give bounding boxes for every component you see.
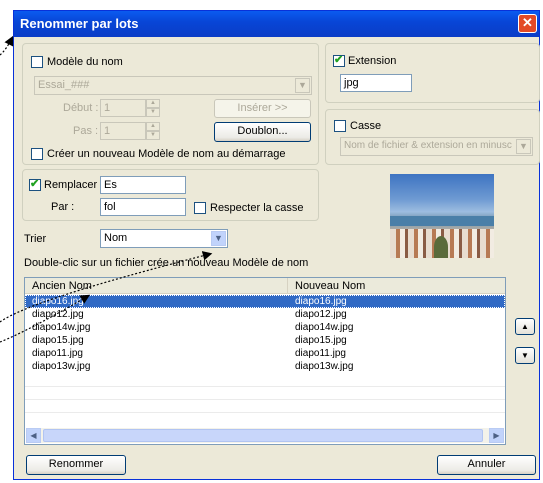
spin-down-icon[interactable]: ▼ bbox=[146, 131, 160, 140]
annotation-arrow bbox=[0, 35, 14, 56]
sort-select[interactable]: Nom bbox=[100, 229, 228, 248]
new-name-cell: diapo11.jpg bbox=[295, 348, 346, 359]
spin-up-icon[interactable]: ▲ bbox=[146, 122, 160, 131]
create-at-startup-label: Créer un nouveau Modèle de nom au démarr… bbox=[47, 148, 286, 160]
sort-label: Trier bbox=[24, 233, 47, 245]
column-header-new-name[interactable]: Nouveau Nom bbox=[288, 278, 505, 294]
spin-down-icon[interactable]: ▼ bbox=[146, 108, 160, 117]
cancel-button[interactable]: Annuler bbox=[437, 455, 536, 475]
start-field[interactable]: 1 bbox=[100, 99, 146, 117]
new-name-cell: diapo13w.jpg bbox=[295, 361, 354, 372]
step-field[interactable]: 1 bbox=[100, 122, 146, 140]
title-bar: Renommer par lots ✕ bbox=[14, 11, 539, 37]
table-row[interactable]: diapo15.jpg diapo15.jpg bbox=[25, 334, 505, 347]
create-at-startup-checkbox[interactable] bbox=[31, 148, 43, 160]
scroll-left-icon[interactable]: ◀ bbox=[26, 428, 41, 443]
old-name-cell: diapo16.jpg bbox=[32, 296, 84, 307]
match-case-label: Respecter la casse bbox=[210, 202, 304, 214]
step-spinner[interactable]: ▲ ▼ bbox=[146, 122, 160, 140]
search-field[interactable]: Es bbox=[100, 176, 186, 194]
replace-label: Remplacer bbox=[44, 179, 98, 191]
check-icon: ✔ bbox=[30, 178, 40, 190]
sort-dropdown-icon[interactable]: ▼ bbox=[211, 231, 226, 246]
move-down-button[interactable]: ▼ bbox=[515, 347, 535, 364]
extension-label: Extension bbox=[348, 55, 397, 67]
replace-checkbox[interactable]: ✔ bbox=[29, 178, 41, 191]
extension-group bbox=[325, 43, 540, 103]
by-label: Par : bbox=[51, 201, 75, 213]
row-divider bbox=[25, 399, 505, 400]
new-name-cell: diapo15.jpg bbox=[295, 335, 347, 346]
move-up-button[interactable]: ▲ bbox=[515, 318, 535, 335]
arrow-down-icon: ▼ bbox=[521, 351, 529, 360]
old-name-cell: diapo12.jpg bbox=[32, 309, 84, 320]
table-row[interactable]: diapo16.jpg diapo16.jpg bbox=[25, 295, 505, 308]
window-title: Renommer par lots bbox=[20, 16, 139, 31]
insert-button[interactable]: Insérer >> bbox=[214, 99, 311, 118]
check-icon: ✔ bbox=[334, 54, 344, 66]
duplicate-button[interactable]: Doublon... bbox=[214, 122, 311, 142]
name-pattern-value: Essai_### bbox=[38, 79, 90, 91]
arrow-up-icon: ▲ bbox=[521, 322, 529, 331]
new-name-cell: diapo14w.jpg bbox=[295, 322, 354, 333]
start-label: Début : bbox=[63, 102, 99, 114]
file-list[interactable]: Ancien Nom Nouveau Nom diapo16.jpg diapo… bbox=[24, 277, 506, 445]
close-button[interactable]: ✕ bbox=[518, 14, 537, 33]
extension-checkbox[interactable]: ✔ bbox=[333, 54, 345, 67]
table-row[interactable]: diapo12.jpg diapo12.jpg bbox=[25, 308, 505, 321]
match-case-checkbox[interactable] bbox=[194, 202, 206, 214]
extension-field[interactable]: jpg bbox=[340, 74, 412, 92]
table-row[interactable]: diapo13w.jpg diapo13w.jpg bbox=[25, 360, 505, 373]
table-row[interactable]: diapo11.jpg diapo11.jpg bbox=[25, 347, 505, 360]
case-dropdown-icon[interactable]: ▼ bbox=[516, 139, 531, 154]
table-row[interactable]: diapo14w.jpg diapo14w.jpg bbox=[25, 321, 505, 334]
rename-button[interactable]: Renommer bbox=[26, 455, 126, 475]
column-header-old-name[interactable]: Ancien Nom bbox=[25, 278, 288, 294]
name-model-checkbox[interactable] bbox=[31, 56, 43, 68]
old-name-cell: diapo14w.jpg bbox=[32, 322, 91, 333]
close-icon: ✕ bbox=[522, 15, 533, 30]
old-name-cell: diapo11.jpg bbox=[32, 348, 83, 359]
case-checkbox[interactable] bbox=[334, 120, 346, 132]
scroll-right-icon[interactable]: ▶ bbox=[489, 428, 504, 443]
name-pattern-combo[interactable]: Essai_### bbox=[34, 76, 312, 95]
row-divider bbox=[25, 386, 505, 387]
scroll-thumb[interactable] bbox=[43, 429, 483, 442]
name-model-label: Modèle du nom bbox=[47, 56, 123, 68]
new-name-cell: diapo16.jpg bbox=[295, 296, 347, 307]
row-divider bbox=[25, 412, 505, 413]
hint-text: Double-clic sur un fichier crée un nouve… bbox=[24, 257, 309, 269]
spin-up-icon[interactable]: ▲ bbox=[146, 99, 160, 108]
pattern-dropdown-icon[interactable]: ▼ bbox=[295, 78, 310, 93]
new-name-cell: diapo12.jpg bbox=[295, 309, 347, 320]
case-select[interactable]: Nom de fichier & extension en minusc bbox=[340, 137, 533, 156]
horizontal-scrollbar[interactable]: ◀ ▶ bbox=[26, 428, 504, 443]
old-name-cell: diapo15.jpg bbox=[32, 335, 84, 346]
preview-image bbox=[390, 174, 494, 258]
case-label: Casse bbox=[350, 120, 382, 132]
step-label: Pas : bbox=[73, 125, 99, 137]
old-name-cell: diapo13w.jpg bbox=[32, 361, 91, 372]
replace-by-field[interactable]: fol bbox=[100, 198, 186, 216]
start-spinner[interactable]: ▲ ▼ bbox=[146, 99, 160, 117]
